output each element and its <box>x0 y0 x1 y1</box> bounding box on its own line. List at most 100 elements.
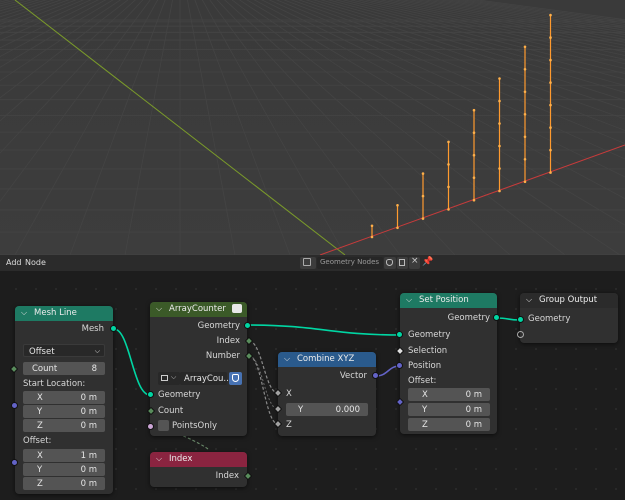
column-vertex <box>472 176 476 179</box>
column-vertex <box>447 163 450 166</box>
node-index-header[interactable]: ⌵ Index <box>150 452 247 467</box>
grid-line <box>0 0 92 41</box>
input-x-label: X <box>286 389 292 399</box>
grid-line <box>0 0 11 3</box>
column-vertex <box>549 13 552 17</box>
3d-viewport[interactable] <box>0 0 625 255</box>
socket-setposition-geometry-in[interactable] <box>396 331 403 338</box>
link-number-to-y <box>248 355 279 410</box>
socket-offset-in[interactable] <box>11 459 18 466</box>
socket-arraycounter-geometry-out[interactable] <box>244 322 251 329</box>
input-z-label: Z <box>286 420 292 430</box>
node-mesh-line[interactable]: ⌵ Mesh Line Mesh Offset ⌵ Count 8 Start … <box>15 306 113 494</box>
grid-line <box>0 0 136 122</box>
collapse-chevron-icon[interactable]: ⌵ <box>406 295 412 305</box>
input-points-only-label: PointsOnly <box>172 421 218 431</box>
offset-z-field[interactable]: Z0 m <box>408 418 490 431</box>
fake-user-shield-icon[interactable] <box>384 257 396 269</box>
column-vertex <box>523 180 527 184</box>
column-vertex <box>472 198 476 202</box>
collapse-chevron-icon[interactable]: ⌵ <box>21 308 27 318</box>
start-z-field[interactable]: Z0 m <box>23 419 105 432</box>
menu-add[interactable]: Add <box>6 258 22 267</box>
column-vertex <box>549 126 552 129</box>
column-vertex <box>498 77 501 80</box>
menu-node[interactable]: Node <box>25 258 46 267</box>
start-y-field[interactable]: Y0 m <box>23 405 105 418</box>
column-vertex <box>549 36 552 39</box>
grid-line <box>0 0 33 9</box>
socket-setposition-geometry-out[interactable] <box>493 314 500 321</box>
socket-output-empty-in[interactable] <box>517 331 524 338</box>
column-vertex <box>421 217 425 220</box>
column-vertex <box>523 158 527 161</box>
column-vertex <box>396 204 399 207</box>
grid-line <box>14 0 159 255</box>
grid-line <box>0 0 62 21</box>
input-count-label: Count <box>158 406 184 416</box>
socket-vector-out[interactable] <box>372 372 379 379</box>
node-mesh-line-header[interactable]: ⌵ Mesh Line <box>15 306 113 321</box>
node-group-output[interactable]: ⌵ Group Output Geometry <box>520 293 618 343</box>
start-x-field[interactable]: X0 m <box>23 391 105 404</box>
column-vertex <box>396 226 399 230</box>
socket-mesh-out[interactable] <box>110 325 117 332</box>
offset-z-field[interactable]: Z0 m <box>23 477 105 490</box>
pin-icon[interactable]: 📌 <box>422 257 433 267</box>
node-title: Group Output <box>539 295 598 305</box>
unlink-x-icon[interactable]: × <box>409 256 420 269</box>
node-tree-selector-icon[interactable]: ⌵ <box>158 372 180 385</box>
node-editor-header: Add Node Geometry Nodes × 📌 <box>0 255 625 271</box>
node-title: Combine XYZ <box>297 354 355 364</box>
socket-points-only-in[interactable] <box>147 423 154 430</box>
grid-line <box>0 0 180 255</box>
y-field[interactable]: Y 0.000 <box>286 403 368 416</box>
grid-line <box>201 0 346 255</box>
grid-line <box>0 0 107 57</box>
output-mesh-label: Mesh <box>81 324 104 334</box>
input-geometry-label: Geometry <box>528 314 571 324</box>
node-combine-xyz[interactable]: ⌵ Combine XYZ Vector X Y 0.000 Z <box>278 352 376 436</box>
node-combine-xyz-header[interactable]: ⌵ Combine XYZ <box>278 352 376 367</box>
column-vertex <box>549 103 552 107</box>
node-title: Mesh Line <box>34 308 77 318</box>
points-only-checkbox[interactable] <box>158 420 169 431</box>
node-array-counter-header[interactable]: ⌵ ArrayCounter <box>150 302 247 317</box>
collapse-chevron-icon[interactable]: ⌵ <box>156 454 162 464</box>
mode-dropdown[interactable]: Offset ⌵ <box>23 344 105 357</box>
node-index[interactable]: ⌵ Index Index <box>150 452 247 487</box>
count-field[interactable]: Count 8 <box>23 362 105 375</box>
column-vertex <box>549 148 552 152</box>
offset-x-field[interactable]: X1 m <box>23 449 105 462</box>
socket-position-in[interactable] <box>396 362 403 369</box>
node-group-output-header[interactable]: ⌵ Group Output <box>520 293 618 308</box>
column-vertex <box>421 172 425 175</box>
column-vertex <box>421 194 425 198</box>
grid-line <box>0 0 70 25</box>
column-vertex <box>523 90 527 94</box>
input-geometry-label: Geometry <box>408 330 451 340</box>
duplicate-icon[interactable] <box>397 257 408 269</box>
group-name-field[interactable]: ArrayCou... <box>180 372 232 385</box>
column-vertex <box>447 208 450 211</box>
node-tree-browse-icon[interactable] <box>300 257 316 269</box>
offset-y-field[interactable]: Y0 m <box>408 403 490 416</box>
node-set-position-header[interactable]: ⌵ Set Position <box>400 293 497 308</box>
socket-start-location-in[interactable] <box>11 402 18 409</box>
offset-x-field[interactable]: X0 m <box>408 388 490 401</box>
offset-y-field[interactable]: Y0 m <box>23 463 105 476</box>
grid-line <box>0 0 3 1</box>
fake-user-shield-icon[interactable] <box>229 372 242 385</box>
column-vertex <box>498 122 501 125</box>
socket-arraycounter-geometry-in[interactable] <box>147 391 154 398</box>
node-editor-canvas[interactable]: ⌵ Mesh Line Mesh Offset ⌵ Count 8 Start … <box>0 271 625 500</box>
grid-line <box>0 0 144 154</box>
node-set-position[interactable]: ⌵ Set Position Geometry Geometry Selecti… <box>400 293 497 434</box>
node-title: ArrayCounter <box>169 304 226 314</box>
collapse-chevron-icon[interactable]: ⌵ <box>526 295 532 305</box>
socket-output-geometry-in[interactable] <box>517 316 524 323</box>
collapse-chevron-icon[interactable]: ⌵ <box>284 354 290 364</box>
grid-line <box>187 0 236 255</box>
collapse-chevron-icon[interactable]: ⌵ <box>156 304 162 314</box>
node-array-counter[interactable]: ⌵ ArrayCounter Geometry Index Number ⌵ A… <box>150 302 247 436</box>
